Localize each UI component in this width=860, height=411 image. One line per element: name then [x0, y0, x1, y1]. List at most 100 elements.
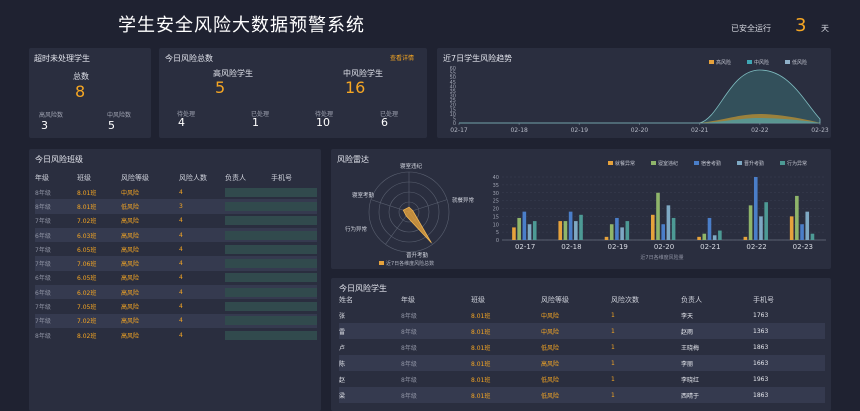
- radar-chart: 寝室违纪就餐异常晋升考勤 行为异常 寝室考勤近7日各维度风险总数: [345, 162, 475, 267]
- bar-mark: [517, 217, 521, 240]
- radar-axis-label: 晋升考勤: [406, 251, 429, 259]
- table-cell: 8.01班: [471, 312, 491, 320]
- timeout-high: 3: [41, 119, 48, 132]
- trend-chart: 05101520253035404550556002-17 02-18 02-19 0…: [450, 59, 829, 134]
- table-cell: 8年级: [401, 328, 417, 336]
- table-cell: 8.01班: [471, 328, 491, 336]
- bar-mark: [620, 227, 624, 240]
- bar-mark: [579, 214, 583, 240]
- table-cell: 7年级: [35, 246, 51, 254]
- table-cell: 4: [179, 217, 183, 225]
- radar-axis-label: 寝室考勤: [352, 191, 375, 199]
- student-header-cell: 负责人: [681, 296, 702, 304]
- table-cell: 王晓梅: [681, 344, 700, 352]
- table-row[interactable]: 8年级 8.01班 低风险 3: [35, 199, 317, 214]
- table-cell: 李天: [681, 312, 694, 320]
- table-cell: 6年级: [35, 289, 51, 297]
- running-label: 已安全运行: [731, 24, 771, 33]
- table-cell: 1: [611, 359, 615, 367]
- bar-mark: [800, 224, 804, 240]
- table-cell: 4: [179, 274, 183, 282]
- trend-x-tick: 02-17: [450, 127, 468, 134]
- table-row[interactable]: 陈 8年级 8.01班 高风险 1 李丽 1663: [339, 355, 825, 371]
- table-row[interactable]: 7年级 7.02班 高风险 4: [35, 214, 317, 228]
- table-cell: 中风险: [121, 189, 140, 197]
- class-header-cell: 年级: [35, 174, 49, 182]
- table-cell: 1963: [753, 375, 769, 383]
- table-cell: 8年级: [35, 203, 51, 211]
- class-header-cell: 风险人数: [179, 174, 207, 182]
- class-table-header: 年级 班级 风险等级 风险人数 负责人 手机号: [35, 171, 317, 185]
- table-cell: 4: [179, 260, 183, 268]
- trend-x-tick: 02-22: [751, 127, 769, 134]
- table-cell: 3: [179, 202, 183, 210]
- class-table: 年级 班级 风险等级 风险人数 负责人 手机号 8年级 8.01班 中风险 4 8年级 8.01班 低风…: [35, 171, 317, 342]
- radar-legend-label: 近7日各维度风险总数: [386, 260, 434, 267]
- table-row[interactable]: 7年级 6.05班 高风险 4: [35, 242, 317, 256]
- bar-mark: [697, 236, 701, 240]
- trend-x-tick: 02-18: [510, 127, 528, 134]
- table-row[interactable]: 赵 8年级 8.01班 低风险 1 李晓红 1963: [339, 371, 825, 387]
- bar-mark: [625, 221, 630, 240]
- table-cell: 高风险: [121, 318, 140, 326]
- table-row[interactable]: 6年级 6.03班 高风险 4: [35, 227, 317, 243]
- table-cell: 低风险: [541, 392, 560, 400]
- table-row[interactable]: 7年级 7.02班 高风险 4: [35, 313, 317, 328]
- bar-mark: [666, 205, 671, 240]
- table-row[interactable]: 雷 8年级 8.01班 中风险 1 赵雨 1363: [339, 323, 825, 339]
- student-header-cell: 风险次数: [611, 296, 639, 304]
- masked-contact-cell: [225, 302, 317, 312]
- masked-contact-cell: [225, 216, 317, 226]
- timeout-title: 超时未处理学生: [34, 54, 90, 63]
- table-cell: 张: [339, 312, 346, 320]
- view-detail-link[interactable]: 查看详情: [390, 53, 414, 62]
- timeout-mid: 5: [108, 119, 115, 132]
- table-cell: 4: [179, 331, 183, 339]
- radar-axis-label: 寝室违纪: [400, 162, 423, 170]
- table-cell: 7年级: [35, 261, 51, 269]
- table-cell: 西晴于: [681, 392, 700, 400]
- table-row[interactable]: 8年级 8.01班 中风险 4: [35, 185, 317, 199]
- table-cell: 1363: [753, 327, 769, 335]
- table-cell: 8年级: [401, 312, 417, 320]
- table-row[interactable]: 7年级 7.06班 高风险 4: [35, 256, 317, 271]
- trend-x-tick: 02-20: [631, 127, 649, 134]
- radar-axis-label: 就餐异常: [452, 196, 475, 204]
- table-cell: 高风险: [121, 218, 140, 226]
- table-cell: 1663: [753, 359, 769, 367]
- bar-legend-swatch: [608, 161, 613, 165]
- table-cell: 7.05班: [77, 304, 97, 312]
- table-cell: 4: [179, 288, 183, 296]
- bar-mark: [651, 214, 655, 240]
- table-cell: 8年级: [35, 332, 51, 340]
- student-table-header: 姓名 年级 班级 风险等级 风险次数 负责人 手机号: [339, 293, 825, 307]
- table-cell: 7年级: [35, 218, 51, 226]
- high-pending: 4: [178, 116, 185, 129]
- table-row[interactable]: 8年级 8.02班 高风险 4: [35, 328, 317, 342]
- table-cell: 1: [611, 391, 615, 399]
- student-header-cell: 姓名: [339, 296, 353, 304]
- table-row[interactable]: 卢 8年级 8.01班 低风险 1 王晓梅 1863: [339, 339, 825, 355]
- bar-x-tick: 02-22: [746, 243, 766, 251]
- radar-shape: [402, 206, 432, 244]
- bar-mark: [656, 192, 660, 240]
- bar-y-tick: 25: [493, 199, 499, 205]
- masked-contact-cell: [225, 273, 317, 283]
- table-cell: 雷: [339, 328, 346, 336]
- table-row[interactable]: 6年级 6.05班 高风险 4: [35, 271, 317, 285]
- table-cell: 4: [179, 188, 183, 196]
- timeout-total-label: 总数: [73, 72, 89, 81]
- table-row[interactable]: 梁 8年级 8.01班 低风险 1 西晴于 1863: [339, 387, 825, 403]
- bar-x-tick: 02-19: [608, 243, 628, 251]
- table-row[interactable]: 6年级 6.02班 高风险 4: [35, 285, 317, 300]
- radar-axis-label: 行为异常: [345, 225, 368, 233]
- high-done: 1: [252, 116, 259, 129]
- masked-contact-cell: [225, 230, 317, 240]
- bar-y-tick: 10: [493, 222, 499, 228]
- bar-legend-label: 就餐异常: [615, 160, 635, 167]
- bar-mark: [563, 221, 568, 240]
- table-row[interactable]: 7年级 7.05班 高风险 4: [35, 299, 317, 313]
- radar-spoke: [408, 199, 448, 213]
- table-row[interactable]: 张 8年级 8.01班 中风险 1 李天 1763: [339, 307, 825, 323]
- today-mid: 16: [345, 78, 366, 97]
